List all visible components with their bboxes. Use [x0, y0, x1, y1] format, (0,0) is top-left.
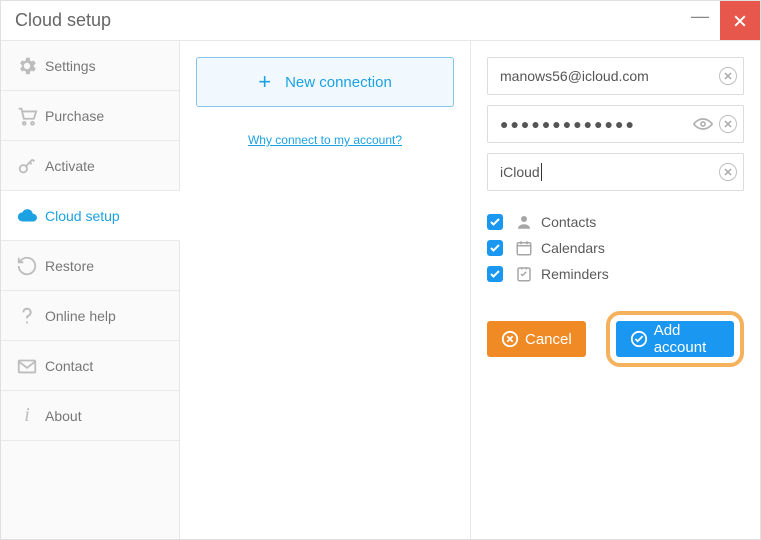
- window-title: Cloud setup: [15, 10, 111, 31]
- confirm-icon: [630, 330, 648, 348]
- connections-column: + New connection Why connect to my accou…: [180, 41, 470, 539]
- plus-icon: +: [258, 69, 271, 95]
- sidebar-item-label: Settings: [45, 58, 96, 74]
- sidebar-item-cloud-setup[interactable]: Cloud setup: [1, 191, 180, 241]
- key-icon: [13, 152, 41, 180]
- cloud-icon: [13, 202, 41, 230]
- account-name-field-wrap: iCloud: [487, 153, 744, 191]
- calendars-checkbox[interactable]: [487, 240, 503, 256]
- sidebar-item-label: About: [45, 408, 82, 424]
- sidebar-item-purchase[interactable]: Purchase: [1, 91, 179, 141]
- sidebar-item-online-help[interactable]: Online help: [1, 291, 179, 341]
- form-actions: Cancel Add account: [487, 311, 744, 367]
- add-account-label: Add account: [654, 322, 720, 356]
- check-icon: [490, 244, 500, 252]
- sidebar-item-label: Purchase: [45, 108, 104, 124]
- sidebar-item-restore[interactable]: Restore: [1, 241, 179, 291]
- text-cursor: [541, 163, 542, 181]
- minimize-button[interactable]: —: [680, 0, 720, 36]
- sync-calendars-row: Calendars: [487, 235, 744, 261]
- restore-icon: [13, 252, 41, 280]
- close-button[interactable]: [720, 1, 760, 40]
- sync-reminders-row: Reminders: [487, 261, 744, 287]
- sidebar-item-activate[interactable]: Activate: [1, 141, 179, 191]
- help-icon: [13, 302, 41, 330]
- calendar-icon: [515, 239, 533, 257]
- window-controls: —: [680, 1, 760, 40]
- new-connection-label: New connection: [285, 74, 392, 91]
- contacts-label: Contacts: [541, 214, 596, 230]
- reminders-label: Reminders: [541, 266, 609, 282]
- sync-options: Contacts Calendars Reminders: [487, 209, 744, 287]
- why-connect-link[interactable]: Why connect to my account?: [248, 133, 402, 147]
- sync-contacts-row: Contacts: [487, 209, 744, 235]
- sidebar-item-about[interactable]: i About: [1, 391, 179, 441]
- email-field-wrap: [487, 57, 744, 95]
- account-name-value: iCloud: [500, 164, 540, 180]
- sidebar-item-label: Restore: [45, 258, 94, 274]
- contacts-checkbox[interactable]: [487, 214, 503, 230]
- add-account-button[interactable]: Add account: [616, 321, 734, 357]
- password-field-wrap[interactable]: ●●●●●●●●●●●●●: [487, 105, 744, 143]
- sidebar-item-settings[interactable]: Settings: [1, 41, 179, 91]
- reminders-icon: [515, 265, 533, 283]
- mail-icon: [13, 352, 41, 380]
- app-window: Cloud setup — Settings Purchase: [0, 0, 761, 540]
- cart-icon: [13, 102, 41, 130]
- sidebar: Settings Purchase Activate Cloud setup: [1, 41, 180, 539]
- account-name-field[interactable]: iCloud: [488, 163, 542, 181]
- reminders-checkbox[interactable]: [487, 266, 503, 282]
- cancel-label: Cancel: [525, 331, 572, 348]
- gear-icon: [13, 52, 41, 80]
- sidebar-item-label: Online help: [45, 308, 116, 324]
- show-password-button[interactable]: [693, 117, 713, 131]
- cancel-button[interactable]: Cancel: [487, 321, 586, 357]
- calendars-label: Calendars: [541, 240, 605, 256]
- check-icon: [490, 270, 500, 278]
- clear-email-button[interactable]: [719, 67, 737, 85]
- sidebar-item-label: Activate: [45, 158, 95, 174]
- info-icon: i: [13, 402, 41, 430]
- add-account-highlight: Add account: [606, 311, 744, 367]
- eye-icon: [693, 117, 713, 131]
- check-icon: [490, 218, 500, 226]
- clear-name-button[interactable]: [719, 163, 737, 181]
- title-bar: Cloud setup —: [1, 1, 760, 41]
- clear-password-button[interactable]: [719, 115, 737, 133]
- x-icon: [723, 167, 733, 177]
- contacts-icon: [515, 213, 533, 231]
- new-connection-button[interactable]: + New connection: [196, 57, 454, 107]
- sidebar-item-label: Cloud setup: [45, 208, 120, 224]
- email-field[interactable]: [488, 58, 743, 94]
- cancel-icon: [501, 330, 519, 348]
- x-icon: [723, 119, 733, 129]
- x-icon: [723, 71, 733, 81]
- password-field[interactable]: ●●●●●●●●●●●●●: [488, 116, 636, 132]
- account-form: ●●●●●●●●●●●●● iCloud: [470, 41, 760, 539]
- sidebar-item-contact[interactable]: Contact: [1, 341, 179, 391]
- close-icon: [734, 15, 746, 27]
- sidebar-item-label: Contact: [45, 358, 93, 374]
